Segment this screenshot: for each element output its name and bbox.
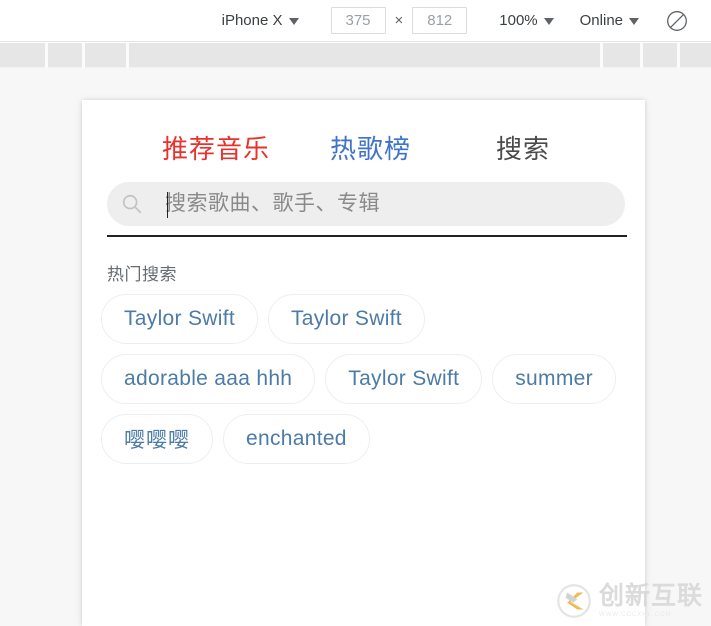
- search-input[interactable]: [165, 192, 605, 216]
- hot-search-tag[interactable]: Taylor Swift: [101, 294, 258, 344]
- ruler-tick: [600, 43, 603, 68]
- emulator-stage: 推荐音乐 热歌榜 搜索 热门搜索 Taylor Swift Taylor Swi…: [0, 68, 711, 626]
- viewport-width-input[interactable]: [330, 7, 386, 34]
- ruler-tick: [126, 43, 129, 68]
- canvas-ruler: [0, 43, 711, 68]
- device-selector[interactable]: iPhone X: [218, 12, 303, 29]
- hot-search-tag[interactable]: 嘤嘤嘤: [101, 414, 213, 464]
- search-icon: [122, 194, 142, 214]
- device-toolbar: iPhone X × 100% Online: [0, 0, 711, 42]
- network-throttle-label: Online: [579, 12, 623, 29]
- hot-search-tag[interactable]: Taylor Swift: [325, 354, 483, 404]
- rotate-device-icon: [667, 10, 687, 31]
- hot-search-tag[interactable]: summer: [492, 354, 616, 404]
- network-throttle-selector[interactable]: Online: [576, 12, 643, 29]
- device-viewport: 推荐音乐 热歌榜 搜索 热门搜索 Taylor Swift Taylor Swi…: [82, 100, 645, 626]
- tab-hot-songs[interactable]: 热歌榜: [330, 136, 411, 162]
- chevron-down-icon: [288, 18, 299, 25]
- search-underline: [107, 235, 627, 237]
- ruler-tick: [640, 43, 643, 68]
- viewport-height-input[interactable]: [412, 7, 468, 34]
- dimension-separator: ×: [394, 12, 404, 29]
- hot-search-tag[interactable]: enchanted: [223, 414, 370, 464]
- hot-search-heading: 热门搜索: [107, 265, 177, 284]
- zoom-selector[interactable]: 100%: [495, 12, 557, 29]
- emulator-window: iPhone X × 100% Online: [0, 0, 711, 626]
- chevron-down-icon: [543, 18, 554, 25]
- rotate-device-button[interactable]: [663, 7, 691, 35]
- device-selector-label: iPhone X: [221, 12, 283, 29]
- ruler-tick: [82, 43, 85, 68]
- app-tabbar: 推荐音乐 热歌榜 搜索: [82, 100, 645, 172]
- tab-recommended-music[interactable]: 推荐音乐: [162, 136, 270, 162]
- hot-search-tag[interactable]: adorable aaa hhh: [101, 354, 316, 404]
- zoom-level-label: 100%: [499, 12, 538, 29]
- tab-search[interactable]: 搜索: [496, 136, 550, 162]
- text-cursor: [167, 192, 168, 218]
- hot-search-tag-list: Taylor Swift Taylor Swift adorable aaa h…: [101, 294, 631, 464]
- hot-search-tag[interactable]: Taylor Swift: [267, 294, 425, 344]
- chevron-down-icon: [629, 18, 639, 25]
- search-bar[interactable]: [107, 182, 625, 226]
- ruler-tick: [45, 43, 48, 68]
- ruler-tick: [677, 43, 680, 68]
